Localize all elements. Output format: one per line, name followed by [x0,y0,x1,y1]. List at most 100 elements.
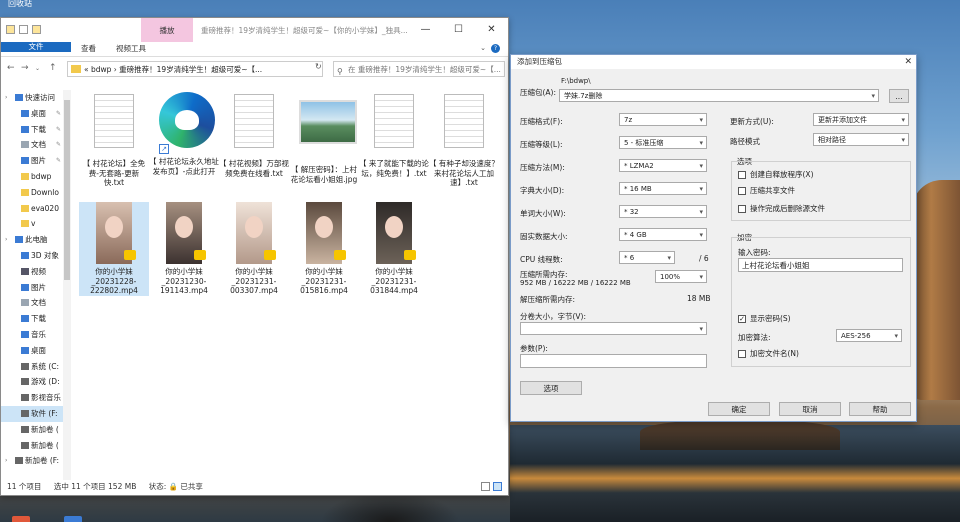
new-folder-icon[interactable] [32,25,41,34]
tab-file[interactable]: 文件 [1,42,71,52]
sidebar-item[interactable]: 音乐 [1,327,63,343]
file-item[interactable]: 【 村花视频】万部视频免费在线看.txt [219,90,289,178]
forward-arrow-icon[interactable]: → [21,63,29,73]
tab-video-tools[interactable]: 视频工具 [106,42,156,56]
sidebar-item[interactable]: 文档 [1,295,63,311]
compress-shared-checkbox[interactable]: 压缩共享文件 [738,186,795,196]
format-select[interactable]: 7z [619,113,707,126]
address-bar[interactable]: « bdwp › 重磅推荐！19岁清纯学生！超级可爱~【... [67,61,323,77]
sidebar-item[interactable]: v [1,216,63,232]
ok-button[interactable]: 确定 [708,402,770,416]
sidebar-item[interactable]: bdwp [1,169,63,185]
large-icons-view-icon[interactable] [493,482,502,491]
drive-icon [21,378,29,386]
format-label: 压缩格式(F): [520,117,563,126]
sidebar-item[interactable]: 3D 对象 [1,248,63,264]
sidebar-item[interactable]: 下载 [1,311,63,327]
sidebar-item[interactable]: 新加卷 ( [1,422,63,438]
sidebar-item[interactable]: 视频 [1,264,63,280]
thumbnail-face [175,216,193,238]
sidebar-item[interactable]: 文档 ✎ [1,137,63,153]
password-input[interactable]: 上村花论坛看小姐姐 [738,258,903,272]
decompress-memory-label: 解压缩所需内存: [520,295,576,304]
help-icon[interactable]: ? [491,44,500,53]
update-mode-select[interactable]: 更新并添加文件 [813,113,909,126]
details-view-icon[interactable] [481,482,490,491]
drive-icon [21,362,29,370]
checkbox-icon [738,350,746,358]
memory-percent-select[interactable]: 100% [655,270,707,283]
options-button[interactable]: 选项 [520,381,582,395]
expand-chevron-icon[interactable]: › [5,90,7,106]
refresh-icon[interactable]: ↻ [315,62,322,71]
folder-icon[interactable] [6,25,15,34]
search-input[interactable]: ⚲ 在 重磅推荐！19岁清纯学生！超级可爱~【... [333,61,505,77]
file-item[interactable]: 你的小学妹_20231228-222802.mp4 [79,202,149,296]
navigation-scrollbar[interactable] [63,90,71,480]
dialog-close-button[interactable]: ✕ [904,55,912,69]
sidebar-item[interactable]: › 此电脑 [1,232,63,248]
help-button[interactable]: 帮助 [849,402,911,416]
sidebar-item[interactable]: 游戏 (D: [1,374,63,390]
sidebar-item-label: 新加卷 ( [31,424,59,434]
tab-view[interactable]: 查看 [71,42,106,56]
file-item[interactable]: 你的小学妹_20231231-015816.mp4 [289,202,359,296]
method-select[interactable]: * LZMA2 [619,159,707,172]
file-item[interactable]: 【 来了就能下载的论坛，纯免费！】.txt [359,90,429,178]
sidebar-item[interactable]: 下载 ✎ [1,122,63,138]
expand-chevron-icon[interactable]: › [5,453,7,469]
expand-chevron-icon[interactable]: › [5,232,7,248]
scrollbar-thumb[interactable] [64,100,70,280]
back-arrow-icon[interactable]: ← [7,63,15,73]
sidebar-item[interactable]: Downlo [1,185,63,201]
sidebar-item[interactable]: eva020 [1,201,63,217]
minimize-button[interactable]: — [409,18,442,42]
sidebar-item[interactable]: 软件 (F: [1,405,63,422]
file-item[interactable]: 【 有种子却没速度？来村花论坛人工加速】.txt [429,90,499,188]
taskbar-app-icon[interactable] [64,516,82,522]
sidebar-item[interactable]: › 快速访问 [1,90,63,106]
taskbar-app-icon[interactable] [12,516,30,522]
path-mode-select[interactable]: 相对路径 [813,133,909,146]
dictionary-select[interactable]: * 16 MB [619,182,707,195]
delete-source-checkbox[interactable]: 操作完成后删除源文件 [738,204,825,214]
edge-shortcut-icon: ↗ [159,92,215,154]
up-arrow-icon[interactable]: ↑ [49,63,57,73]
maximize-button[interactable]: ☐ [442,18,475,42]
file-item[interactable]: 你的小学妹_20231230-191143.mp4 [149,202,219,296]
level-select[interactable]: 5 - 标准压缩 [619,136,707,149]
tab-play[interactable]: 播放 [141,18,193,42]
encryption-method-select[interactable]: AES-256 [836,329,902,342]
file-item[interactable]: 【 村花论坛】全免费-无套路-更新快.txt [79,90,149,188]
word-size-select[interactable]: * 32 [619,205,707,218]
split-size-select[interactable] [520,322,707,335]
sidebar-item[interactable]: 桌面 ✎ [1,106,63,122]
cancel-button[interactable]: 取消 [779,402,841,416]
sidebar-item[interactable]: 图片 ✎ [1,153,63,169]
sidebar-item[interactable]: 影视音乐 [1,390,63,406]
file-item[interactable]: 你的小学妹_20231231-031844.mp4 [359,202,429,296]
archive-name-combo[interactable]: 学妹.7z删除 [559,89,879,102]
sidebar-item[interactable]: 系统 (C: [1,359,63,375]
solid-size-select[interactable]: * 4 GB [619,228,707,241]
desktop-recycle-bin-label[interactable]: 回收站 [8,0,32,9]
recent-chevron-icon[interactable]: ⌄ [35,65,40,72]
video-thumbnail [369,202,419,264]
show-password-checkbox[interactable]: ✓ 显示密码(S) [738,314,791,324]
parameters-input[interactable] [520,354,707,368]
encrypt-names-checkbox[interactable]: 加密文件名(N) [738,349,799,359]
file-item[interactable]: 你的小学妹_20231231-003307.mp4 [219,202,289,296]
checkbox-icon[interactable] [19,25,28,34]
file-item[interactable]: ↗ 【 村花论坛永久地址发布页】-点此打开 [149,90,219,176]
file-item[interactable]: 【 解压密码】：上村花论坛看小姐姐.jpg [289,90,359,184]
cpu-threads-select[interactable]: * 6 [619,251,675,264]
sidebar-item[interactable]: 图片 [1,280,63,296]
ribbon-expand-icon[interactable]: ⌄ [480,44,486,52]
close-button[interactable]: ✕ [475,18,508,42]
sidebar-item[interactable]: 新加卷 ( [1,438,63,454]
browse-button[interactable]: ... [889,89,909,103]
create-sfx-checkbox[interactable]: 创建自释放程序(X) [738,170,814,180]
sidebar-item[interactable]: › 新加卷 (F: [1,453,63,469]
shortcut-arrow-icon: ↗ [159,144,169,154]
sidebar-item[interactable]: 桌面 [1,343,63,359]
